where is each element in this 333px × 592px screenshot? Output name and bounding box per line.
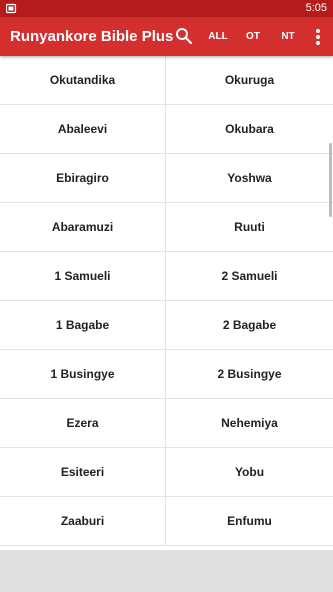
tab-ot[interactable]: OT [242, 28, 264, 45]
bottom-bar [0, 550, 333, 592]
book-item[interactable]: Okubara [166, 105, 333, 154]
tab-nt[interactable]: NT [277, 28, 299, 45]
book-item[interactable]: Yobu [166, 448, 333, 497]
book-item[interactable]: Ruuti [166, 203, 333, 252]
book-item[interactable]: 1 Busingye [0, 350, 166, 399]
book-item[interactable]: Ebiragiro [0, 154, 166, 203]
search-icon[interactable] [175, 27, 193, 45]
book-item[interactable]: Enfumu [166, 497, 333, 546]
book-item[interactable]: Ezera [0, 399, 166, 448]
book-item[interactable]: 2 Busingye [166, 350, 333, 399]
book-item[interactable]: Zaaburi [0, 497, 166, 546]
more-options-icon[interactable] [312, 28, 324, 46]
book-item[interactable]: 1 Bagabe [0, 301, 166, 350]
app-title: Runyankore Bible Plus [10, 28, 174, 45]
book-item[interactable]: 2 Samueli [166, 252, 333, 301]
book-item[interactable]: Abaramuzi [0, 203, 166, 252]
book-item[interactable]: Esiteeri [0, 448, 166, 497]
book-list: Okutandika Okuruga Abaleevi Okubara Ebir… [0, 56, 333, 550]
book-item[interactable]: Okuruga [166, 56, 333, 105]
book-item[interactable]: 2 Bagabe [166, 301, 333, 350]
scrollbar[interactable] [329, 143, 332, 217]
book-item[interactable]: Abaleevi [0, 105, 166, 154]
status-bar: 5:05 [0, 0, 333, 17]
app-bar: Runyankore Bible Plus ALL OT NT [0, 17, 333, 56]
book-item[interactable]: Okutandika [0, 56, 166, 105]
book-item[interactable]: 1 Samueli [0, 252, 166, 301]
tab-all[interactable]: ALL [205, 28, 231, 45]
book-item[interactable]: Yoshwa [166, 154, 333, 203]
book-item[interactable]: Nehemiya [166, 399, 333, 448]
status-time: 5:05 [305, 2, 327, 14]
notification-icon [6, 3, 17, 14]
